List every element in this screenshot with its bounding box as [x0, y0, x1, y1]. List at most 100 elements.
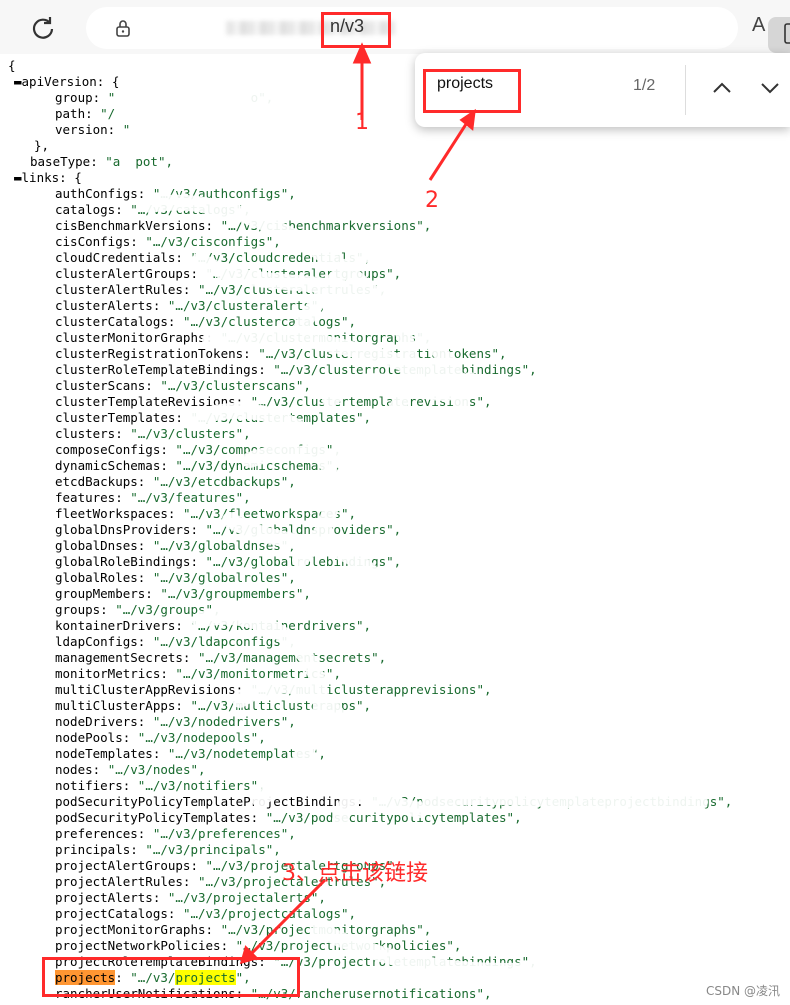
json-link[interactable]: "…/v3/groupmembers",: [160, 586, 311, 601]
json-line-clusterCatalogs[interactable]: clusterCatalogs: "…/v3/clustercatalogs",: [55, 314, 356, 330]
json-line-clusterRegistrationTokens[interactable]: clusterRegistrationTokens: "…/v3/cluster…: [55, 346, 507, 362]
json-link[interactable]: "…/v3/cloudcredentials",: [190, 250, 371, 265]
json-link[interactable]: "…/v3/nodepools",: [138, 730, 266, 745]
json-link[interactable]: "…/v3/managementsecrets",: [198, 650, 386, 665]
json-line-projectMonitorGraphs[interactable]: projectMonitorGraphs: "…/v3/projectmonit…: [55, 922, 431, 938]
json-link[interactable]: "…/v3/authconfigs",: [153, 186, 296, 201]
json-line-kontainerDrivers[interactable]: kontainerDrivers: "…/v3/kontainerdrivers…: [55, 618, 371, 634]
json-line-nodeTemplates[interactable]: nodeTemplates: "…/v3/nodetemplates",: [55, 746, 326, 762]
json-line-clusterTemplateRevisions[interactable]: clusterTemplateRevisions: "…/v3/clustert…: [55, 394, 492, 410]
json-line-podSecurityPolicyTemplates[interactable]: podSecurityPolicyTemplates: "…/v3/podsec…: [55, 810, 522, 826]
reload-icon[interactable]: [30, 15, 56, 41]
json-link[interactable]: "…/v3/etcdbackups",: [153, 474, 296, 489]
json-link[interactable]: "…/v3/projectnetworkpolicies",: [236, 938, 462, 953]
collapse-toggle[interactable]: ▬: [14, 74, 22, 89]
json-line-globalRoles[interactable]: globalRoles: "…/v3/globalroles",: [55, 570, 296, 586]
json-line-projectNetworkPolicies[interactable]: projectNetworkPolicies: "…/v3/projectnet…: [55, 938, 461, 954]
json-link[interactable]: "…/v3/globalroles",: [153, 570, 296, 585]
json-link[interactable]: "…/v3/preferences",: [153, 826, 296, 841]
json-link[interactable]: "…/v3/podsecuritypolicytemplateprojectbi…: [371, 794, 732, 809]
json-link[interactable]: "…/v3/projectroletemplatebindings",: [273, 954, 536, 969]
json-link[interactable]: "…/v3/clustertemplaterevisions",: [251, 394, 492, 409]
json-link[interactable]: "…/v3/clustertemplates",: [190, 410, 371, 425]
json-line-features[interactable]: features: "…/v3/features",: [55, 490, 251, 506]
find-on-page-button[interactable]: [768, 17, 790, 53]
json-line-multiClusterApps[interactable]: multiClusterApps: "…/v3/multiclusterapps…: [55, 698, 371, 714]
json-line-groupMembers[interactable]: groupMembers: "…/v3/groupmembers",: [55, 586, 311, 602]
json-link[interactable]: "…/v3/notifiers",: [138, 778, 266, 793]
json-line-catalogs[interactable]: catalogs: "…/v3/catalogs",: [55, 202, 251, 218]
json-link[interactable]: "…/v3/globaldnses",: [153, 538, 296, 553]
json-line-multiClusterAppRevisions[interactable]: multiClusterAppRevisions: "…/v3/multiclu…: [55, 682, 492, 698]
json-line-fleetWorkspaces[interactable]: fleetWorkspaces: "…/v3/fleetworkspaces",: [55, 506, 356, 522]
json-line-projectCatalogs[interactable]: projectCatalogs: "…/v3/projectcatalogs",: [55, 906, 356, 922]
json-line-preferences[interactable]: preferences: "…/v3/preferences",: [55, 826, 296, 842]
json-line-clusters[interactable]: clusters: "…/v3/clusters",: [55, 426, 251, 442]
json-line-etcdBackups[interactable]: etcdBackups: "…/v3/etcdbackups",: [55, 474, 296, 490]
json-line-projectAlerts[interactable]: projectAlerts: "…/v3/projectalerts",: [55, 890, 326, 906]
json-line-ldapConfigs[interactable]: ldapConfigs: "…/v3/ldapconfigs",: [55, 634, 296, 650]
json-link[interactable]: "…/v3/projectalerts",: [168, 890, 326, 905]
json-line-globalDnsProviders[interactable]: globalDnsProviders: "…/v3/globaldnsprovi…: [55, 522, 401, 538]
json-link[interactable]: "…/v3/multiclusterapprevisions",: [251, 682, 492, 697]
json-link[interactable]: "…/v3/monitormetrics",: [175, 666, 341, 681]
json-line-nodePools[interactable]: nodePools: "…/v3/nodepools",: [55, 730, 266, 746]
json-link[interactable]: "…/v3/podsecuritypolicytemplates",: [266, 810, 522, 825]
next-match-chevron-down-icon[interactable]: [759, 77, 781, 99]
json-link[interactable]: "…/v3/clustermonitorgraphs",: [221, 330, 432, 345]
json-line-podSecurityPolicyTemplateProjectBindings[interactable]: podSecurityPolicyTemplateProjectBindings…: [55, 794, 732, 810]
json-line-monitorMetrics[interactable]: monitorMetrics: "…/v3/monitormetrics",: [55, 666, 341, 682]
json-link[interactable]: "…/v3/cisbenchmarkversions",: [221, 218, 432, 233]
json-line-clusterAlerts[interactable]: clusterAlerts: "…/v3/clusteralerts",: [55, 298, 326, 314]
json-link[interactable]: "…/v3/principals",: [145, 842, 280, 857]
json-link[interactable]: "…/v3/clusterregistrationtokens",: [258, 346, 506, 361]
json-line-cloudCredentials[interactable]: cloudCredentials: "…/v3/cloudcredentials…: [55, 250, 371, 266]
collapse-toggle[interactable]: ▬: [14, 170, 22, 185]
json-line-principals[interactable]: principals: "…/v3/principals",: [55, 842, 281, 858]
json-line-notifiers[interactable]: notifiers: "…/v3/notifiers",: [55, 778, 266, 794]
json-link[interactable]: "…/v3/clusters",: [130, 426, 250, 441]
json-link[interactable]: "…/v3/nodedrivers",: [153, 714, 296, 729]
json-line-cisBenchmarkVersions[interactable]: cisBenchmarkVersions: "…/v3/cisbenchmark…: [55, 218, 431, 234]
json-link[interactable]: "…/v3/cisconfigs",: [145, 234, 280, 249]
json-link[interactable]: "…/v3/nodes",: [108, 762, 206, 777]
json-link[interactable]: "…/v3/fleetworkspaces",: [183, 506, 356, 521]
json-line-clusterTemplates[interactable]: clusterTemplates: "…/v3/clustertemplates…: [55, 410, 371, 426]
json-line-authConfigs[interactable]: authConfigs: "…/v3/authconfigs",: [55, 186, 296, 202]
json-line-clusterAlertRules[interactable]: clusterAlertRules: "…/v3/clusteralertrul…: [55, 282, 386, 298]
lock-icon[interactable]: [114, 19, 132, 37]
json-link[interactable]: "…/v3/dynamicschemas",: [175, 458, 341, 473]
json-line-managementSecrets[interactable]: managementSecrets: "…/v3/managementsecre…: [55, 650, 386, 666]
json-link[interactable]: "…/v3/projectmonitorgraphs",: [221, 922, 432, 937]
json-line-clusterRoleTemplateBindings[interactable]: clusterRoleTemplateBindings: "…/v3/clust…: [55, 362, 537, 378]
json-line-clusterScans[interactable]: clusterScans: "…/v3/clusterscans",: [55, 378, 311, 394]
json-link[interactable]: "…/v3/multiclusterapps",: [190, 698, 371, 713]
json-link[interactable]: "…/v3/groups",: [115, 602, 220, 617]
json-line-nodes[interactable]: nodes: "…/v3/nodes",: [55, 762, 206, 778]
json-link[interactable]: "…/v3/features",: [130, 490, 250, 505]
json-link[interactable]: "…/v3/ldapconfigs",: [153, 634, 296, 649]
json-line-clusterAlertGroups[interactable]: clusterAlertGroups: "…/v3/clusteralertgr…: [55, 266, 401, 282]
json-link[interactable]: "…/v3/globaldnsproviders",: [206, 522, 402, 537]
json-link[interactable]: "…/v3/catalogs",: [130, 202, 250, 217]
json-link[interactable]: "…/v3/projectcatalogs",: [183, 906, 356, 921]
json-link[interactable]: "…/v3/kontainerdrivers",: [190, 618, 371, 633]
json-line-globalRoleBindings[interactable]: globalRoleBindings: "…/v3/globalrolebind…: [55, 554, 401, 570]
json-line-clusterMonitorGraphs[interactable]: clusterMonitorGraphs: "…/v3/clustermonit…: [55, 330, 431, 346]
json-link[interactable]: "…/v3/clusteralerts",: [168, 298, 326, 313]
json-line-groups[interactable]: groups: "…/v3/groups",: [55, 602, 221, 618]
json-link[interactable]: "…/v3/nodetemplates",: [168, 746, 326, 761]
json-line-cisConfigs[interactable]: cisConfigs: "…/v3/cisconfigs",: [55, 234, 281, 250]
json-link[interactable]: "…/v3/clusteralertrules",: [198, 282, 386, 297]
json-link[interactable]: "…/v3/clusteralertgroups",: [206, 266, 402, 281]
json-line-nodeDrivers[interactable]: nodeDrivers: "…/v3/nodedrivers",: [55, 714, 296, 730]
json-link[interactable]: "…/v3/clustercatalogs",: [183, 314, 356, 329]
read-aloud-icon[interactable]: A: [752, 14, 765, 37]
json-line-composeConfigs[interactable]: composeConfigs: "…/v3/composeconfigs",: [55, 442, 341, 458]
json-link[interactable]: "…/v3/clusterroletemplatebindings",: [273, 362, 536, 377]
address-bar[interactable]: n/v3: [86, 7, 790, 53]
json-link[interactable]: "…/v3/clusterscans",: [160, 378, 311, 393]
previous-match-chevron-up-icon[interactable]: [711, 77, 733, 99]
json-line-globalDnses[interactable]: globalDnses: "…/v3/globaldnses",: [55, 538, 296, 554]
json-link[interactable]: "…/v3/composeconfigs",: [175, 442, 341, 457]
